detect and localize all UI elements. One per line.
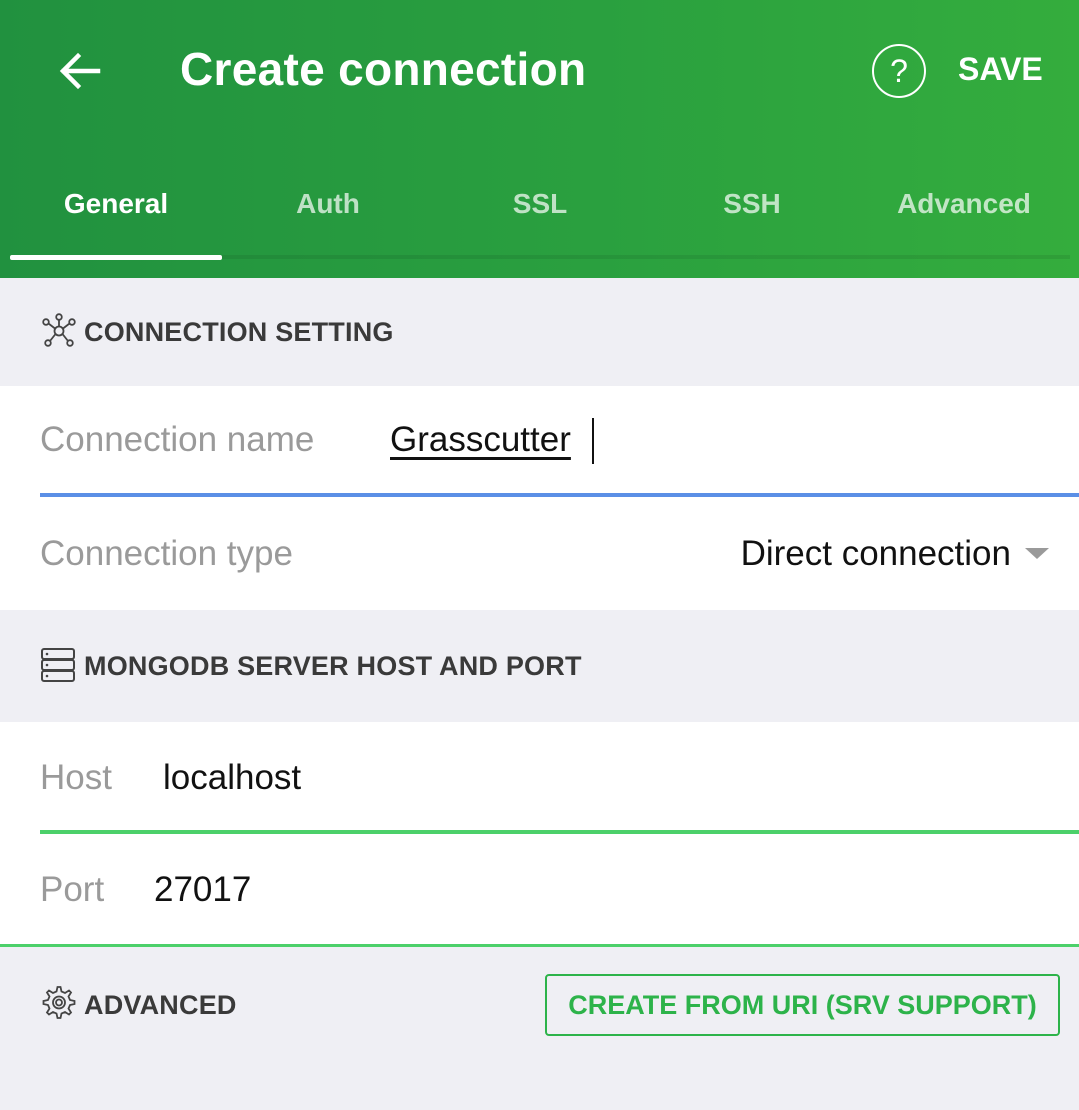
page-title: Create connection (180, 43, 587, 95)
connection-name-row: Connection name Grasscutter (0, 386, 1079, 498)
dropdown-arrow-icon[interactable] (1025, 548, 1049, 559)
connection-name-input[interactable]: Grasscutter (390, 420, 571, 460)
connection-type-label: Connection type (40, 534, 293, 573)
app-bar: Create connection ? SAVE General Auth SS… (0, 0, 1079, 278)
back-button[interactable] (46, 38, 112, 104)
save-button[interactable]: SAVE (958, 44, 1043, 94)
tab-auth[interactable]: Auth (222, 162, 434, 246)
host-input[interactable]: localhost (163, 758, 301, 798)
port-input[interactable]: 27017 (154, 870, 251, 910)
tab-bar: General Auth SSL SSH Advanced (10, 162, 1070, 258)
port-row: Port 27017 (0, 834, 1079, 947)
connection-name-underline (40, 493, 1079, 497)
port-label: Port (40, 870, 105, 909)
tab-ssh[interactable]: SSH (646, 162, 858, 246)
host-row: Host localhost (0, 722, 1079, 834)
section-title: CONNECTION SETTING (84, 316, 394, 347)
text-caret (592, 418, 594, 464)
server-icon (40, 647, 78, 685)
help-circle-icon: ? (890, 53, 908, 89)
arrow-back-icon (59, 52, 101, 90)
active-tab-indicator (10, 255, 222, 260)
gear-icon (40, 984, 78, 1022)
section-host-port: MONGODB SERVER HOST AND PORT (0, 610, 1079, 722)
tab-ssl[interactable]: SSL (434, 162, 646, 246)
connection-type-select[interactable]: Direct connection (741, 534, 1011, 574)
section-connection-setting: CONNECTION SETTING (0, 278, 1079, 386)
network-icon (40, 313, 78, 351)
tab-advanced[interactable]: Advanced (858, 162, 1070, 246)
create-from-uri-button[interactable]: CREATE FROM URI (SRV SUPPORT) (545, 974, 1060, 1036)
help-button[interactable]: ? (872, 44, 926, 98)
section-title: MONGODB SERVER HOST AND PORT (84, 650, 582, 681)
host-label: Host (40, 758, 112, 797)
connection-name-label: Connection name (40, 420, 315, 459)
section-title: ADVANCED (84, 989, 237, 1020)
tab-general[interactable]: General (10, 162, 222, 246)
connection-type-row[interactable]: Connection type Direct connection (0, 498, 1079, 610)
